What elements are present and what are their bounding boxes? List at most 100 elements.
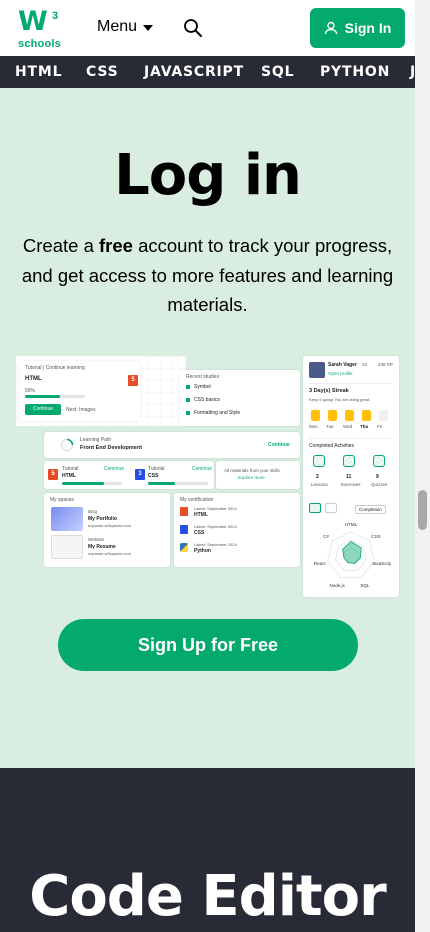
course-level: Tutorial bbox=[62, 466, 79, 472]
cert-name[interactable]: CSS bbox=[194, 530, 204, 536]
space-url: myname.w3spaces.com bbox=[88, 551, 131, 556]
sign-up-button[interactable]: Sign Up for Free bbox=[58, 619, 358, 671]
nav-item-html[interactable]: HTML bbox=[15, 64, 62, 80]
learning-path-card: Learning Path Front End Development Cont… bbox=[44, 432, 300, 458]
topic-nav: HTML CSS JAVASCRIPT SQL PYTHON J bbox=[0, 56, 415, 88]
page: W 3 schools Menu Sign In HTML CSS JAVASC… bbox=[0, 0, 430, 932]
courses-card: 5 Tutorial HTML Continue 3 Tutorial CSS … bbox=[44, 461, 214, 489]
divider bbox=[309, 438, 393, 439]
cert-name[interactable]: Python bbox=[194, 548, 211, 554]
code-editor-section: Code Editor bbox=[0, 768, 415, 932]
lead-text-1: Create a bbox=[22, 235, 100, 256]
course-action[interactable]: Continue bbox=[104, 466, 124, 472]
streak-bolt-icon bbox=[362, 410, 371, 421]
radar-axis-label: React bbox=[314, 561, 327, 566]
certs-header: My certification bbox=[180, 497, 214, 503]
recent-item[interactable]: Symbol bbox=[194, 384, 211, 390]
space-kind: Blog bbox=[88, 509, 98, 514]
cert-meta: Latest: September 2024 bbox=[194, 524, 237, 529]
level-badge: 13 bbox=[362, 362, 368, 367]
path-title: Front End Development bbox=[80, 445, 143, 451]
space-name[interactable]: My Resume bbox=[88, 544, 116, 550]
resume-thumbnail bbox=[51, 535, 83, 559]
open-profile-link[interactable]: Open profile bbox=[328, 371, 353, 376]
user-icon bbox=[324, 21, 337, 35]
page-title: Log in bbox=[114, 143, 302, 208]
recent-header: Recent studies bbox=[186, 374, 220, 380]
html-course-icon: 5 bbox=[48, 469, 58, 480]
scrollbar-thumb[interactable] bbox=[418, 490, 427, 530]
course-name: CSS bbox=[148, 473, 159, 479]
radar-axis-label: CSS bbox=[371, 534, 380, 539]
portfolio-thumbnail bbox=[51, 507, 83, 531]
explore-link[interactable]: Explore more bbox=[238, 475, 265, 480]
caret-down-icon bbox=[143, 25, 154, 31]
recent-item[interactable]: Formatting and Style bbox=[194, 410, 240, 416]
streak-title: 3 Day(s) Streak bbox=[309, 388, 349, 394]
chart-toggle-icon[interactable] bbox=[309, 503, 321, 513]
sign-in-button[interactable]: Sign In bbox=[310, 8, 405, 48]
dashboard-illustration: Tutorial | Continue learning HTML 59% Co… bbox=[16, 356, 400, 598]
radar-axis-label: SQL bbox=[360, 583, 370, 588]
login-hero: Log in Create a free account to track yo… bbox=[0, 88, 415, 768]
hero-lead: Create a free account to track your prog… bbox=[10, 231, 405, 320]
menu-button[interactable]: Menu bbox=[97, 18, 154, 36]
tutorial-progress-bar bbox=[25, 395, 85, 398]
list-toggle-icon[interactable] bbox=[325, 503, 337, 513]
streak-subtitle: Keep it going! You are doing great. bbox=[309, 397, 371, 402]
css-cert-icon bbox=[180, 525, 188, 534]
path-continue-link[interactable]: Continue bbox=[268, 442, 290, 448]
sign-in-label: Sign In bbox=[344, 20, 392, 36]
tutorial-title: HTML bbox=[25, 376, 42, 382]
search-icon[interactable] bbox=[183, 18, 203, 38]
activity-icon bbox=[373, 455, 385, 467]
space-name[interactable]: My Portfolio bbox=[88, 516, 117, 522]
space-kind: Website bbox=[88, 537, 105, 542]
completion-dropdown[interactable]: Completion bbox=[355, 505, 386, 514]
lesson-icon bbox=[186, 398, 190, 402]
activity-count: 9 bbox=[376, 474, 379, 480]
python-cert-icon bbox=[180, 543, 188, 552]
activity-icon bbox=[313, 455, 325, 467]
tutorial-card: Tutorial | Continue learning HTML 59% Co… bbox=[20, 361, 140, 421]
nav-item-sql[interactable]: SQL bbox=[261, 64, 294, 80]
next-lesson[interactable]: Next: Images bbox=[66, 407, 95, 413]
course-progress-bar bbox=[62, 482, 122, 485]
streak-day-label: Tue bbox=[326, 424, 334, 429]
cert-name[interactable]: HTML bbox=[194, 512, 208, 518]
nav-item-javascript[interactable]: JAVASCRIPT bbox=[144, 64, 244, 80]
streak-day-label: Thu bbox=[360, 424, 369, 429]
lesson-icon bbox=[186, 411, 190, 415]
course-name: HTML bbox=[62, 473, 76, 479]
recent-item[interactable]: CSS basics bbox=[194, 397, 220, 403]
skills-radar-chart: HTML CSS JavaScript SQL Node.js React C# bbox=[314, 522, 391, 588]
nav-item-css[interactable]: CSS bbox=[86, 64, 118, 80]
activity-icon bbox=[343, 455, 355, 467]
streak-bolt-icon bbox=[328, 410, 337, 421]
xp-count: 238 XP bbox=[378, 362, 393, 367]
continue-button[interactable]: Continue bbox=[25, 404, 61, 415]
radar-axis-label: Node.js bbox=[329, 583, 345, 588]
scrollbar-track[interactable] bbox=[415, 0, 430, 932]
course-level: Tutorial bbox=[148, 466, 165, 472]
streak-bolt-icon bbox=[345, 410, 354, 421]
cert-meta: Latest: September 2024 bbox=[194, 542, 237, 547]
tutorial-progress-text: 59% bbox=[25, 388, 36, 394]
activity-count: 11 bbox=[346, 474, 352, 480]
radar-axis-label: JavaScript bbox=[372, 561, 391, 566]
my-spaces-card: My spaces Blog My Portfolio myname.w3spa… bbox=[44, 493, 170, 567]
profile-name: Sarah Vager bbox=[328, 362, 357, 368]
streak-day-label: Wed bbox=[343, 424, 353, 429]
streak-bolt-icon bbox=[379, 410, 388, 421]
course-progress-bar bbox=[148, 482, 208, 485]
course-action[interactable]: Continue bbox=[192, 466, 212, 472]
recent-studies-card: Recent studies Symbol CSS basics Formatt… bbox=[180, 370, 300, 426]
html-cert-icon bbox=[180, 507, 188, 516]
progress-ring-icon bbox=[60, 438, 74, 452]
w3schools-logo[interactable]: W 3 schools bbox=[18, 8, 62, 51]
logo-text: schools bbox=[18, 38, 61, 50]
divider bbox=[309, 383, 393, 384]
nav-item-python[interactable]: PYTHON bbox=[320, 64, 390, 80]
logo-superscript: 3 bbox=[52, 10, 59, 22]
menu-label: Menu bbox=[97, 18, 138, 35]
